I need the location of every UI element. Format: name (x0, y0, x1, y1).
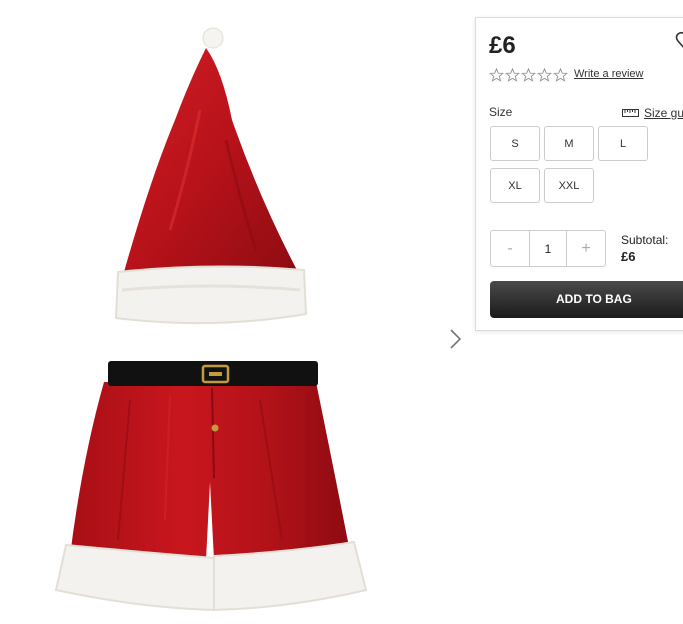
quantity-value[interactable]: 1 (529, 231, 567, 266)
purchase-panel: £6 Write a review Size Size gu S M L XL … (475, 17, 683, 331)
quantity-stepper: - 1 + (490, 230, 606, 267)
hat-body (124, 48, 298, 272)
hat-fur-brim (114, 265, 308, 325)
rating-stars (489, 68, 568, 82)
size-option-s[interactable]: S (490, 126, 540, 161)
size-option-m[interactable]: M (544, 126, 594, 161)
shorts-button (211, 424, 219, 432)
hat-pompom (202, 27, 224, 49)
shorts-body (70, 382, 350, 560)
chevron-right-icon[interactable] (446, 326, 466, 352)
star-icon (537, 68, 552, 82)
size-guide-link[interactable]: Size gu (622, 106, 683, 120)
star-icon (505, 68, 520, 82)
add-to-bag-label: ADD TO BAG (556, 292, 632, 306)
size-guide-label: Size gu (644, 106, 683, 120)
quantity-decrease-button[interactable]: - (491, 231, 529, 266)
product-image (0, 0, 440, 619)
star-icon (489, 68, 504, 82)
santa-outfit-illustration (54, 27, 368, 612)
add-to-bag-button[interactable]: ADD TO BAG (490, 281, 683, 318)
write-review-link[interactable]: Write a review (574, 68, 643, 80)
subtotal-value: £6 (621, 249, 636, 264)
star-icon (553, 68, 568, 82)
quantity-increase-button[interactable]: + (567, 231, 605, 266)
subtotal-label: Subtotal: (621, 233, 669, 247)
heart-icon[interactable] (675, 30, 683, 52)
size-option-l[interactable]: L (598, 126, 648, 161)
product-price: £6 (489, 32, 516, 59)
size-option-xxl[interactable]: XXL (544, 168, 594, 203)
size-label: Size (489, 105, 513, 119)
ruler-icon (622, 109, 639, 117)
star-icon (521, 68, 536, 82)
size-option-xl[interactable]: XL (490, 168, 540, 203)
